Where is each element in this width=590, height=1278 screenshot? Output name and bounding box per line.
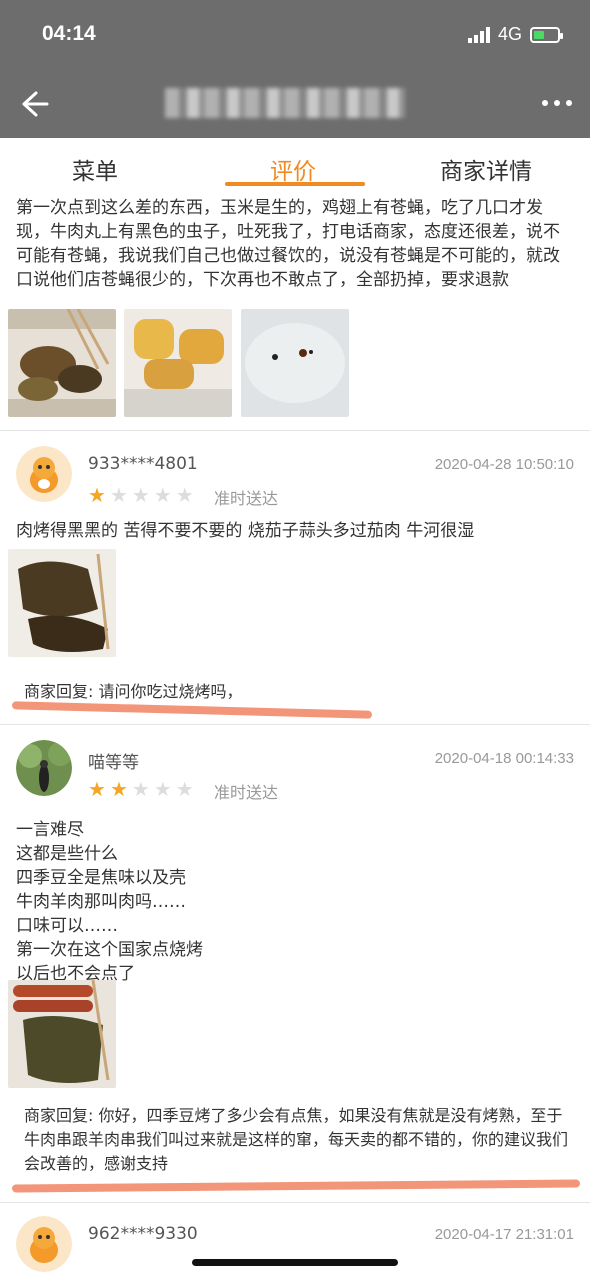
- avatar[interactable]: [16, 446, 72, 502]
- review-text: 肉烤得黑黑的 苦得不要不要的 烧茄子蒜头多过茄肉 牛河很湿: [16, 521, 475, 541]
- review-text: 一言难尽 这都是些什么 四季豆全是焦味以及壳 牛肉羊肉那叫肉吗…… 口味可以………: [16, 818, 574, 986]
- merchant-reply: 商家回复: 请问你吃过烧烤吗，: [24, 682, 243, 701]
- status-time: 04:14: [42, 22, 96, 45]
- review-divider: [0, 430, 590, 431]
- review-line: 一言难尽: [16, 820, 84, 840]
- tab-reviews[interactable]: 评价: [270, 152, 316, 186]
- review-date: 2020-04-28 10:50:10: [434, 456, 574, 473]
- reviewer-name: 933****4801: [88, 454, 198, 474]
- review-divider: [0, 724, 590, 725]
- reviews-list[interactable]: 第一次点到这么差的东西，玉米是生的，鸡翅上有苍蝇，吃了几口才发现，牛肉丸上有黑色…: [0, 194, 590, 1278]
- top-bar: 04:14 4G: [0, 0, 590, 138]
- review-line: 这都是些什么: [16, 844, 118, 864]
- star-icon: ★: [175, 483, 194, 507]
- review-line: 第一次在这个国家点烧烤: [16, 940, 203, 960]
- network-label: 4G: [497, 24, 522, 44]
- reviewer-name: 962****9330: [88, 1224, 198, 1244]
- review-line: 牛肉羊肉那叫肉吗……: [16, 892, 186, 912]
- review-text: 第一次点到这么差的东西，玉米是生的，鸡翅上有苍蝇，吃了几口才发现，牛肉丸上有黑色…: [16, 198, 560, 290]
- merchant-reply: 商家回复: 你好，四季豆烤了多少会有点焦，如果没有焦就是没有烤熟，至于牛肉串跟羊…: [24, 1106, 569, 1173]
- tab-bar: 菜单 评价 商家详情: [0, 138, 590, 194]
- star-icon: ★: [175, 777, 194, 801]
- highlight-underline: [11, 1179, 581, 1193]
- more-options-icon[interactable]: [542, 100, 572, 106]
- battery-icon: [530, 26, 563, 43]
- star-icon: ★: [109, 483, 128, 507]
- review-date: 2020-04-18 00:14:33: [434, 750, 574, 767]
- star-icon: ★: [88, 483, 106, 507]
- delivery-status: 准时送达: [214, 783, 279, 802]
- status-indicators: 4G: [467, 24, 563, 45]
- signal-icon: [467, 26, 490, 43]
- star-icon: ★: [153, 777, 172, 801]
- store-title-blurred: [165, 88, 405, 118]
- review-date: 2020-04-17 21:31:01: [434, 1226, 574, 1243]
- delivery-status: 准时送达: [214, 489, 279, 508]
- review-photo[interactable]: [8, 309, 116, 417]
- avatar[interactable]: [16, 740, 72, 796]
- reviewer-name: 喵等等: [88, 753, 139, 773]
- star-rating: ★ ★ ★ ★ ★: [88, 779, 194, 799]
- avatar[interactable]: [16, 1216, 72, 1272]
- review-photo[interactable]: [8, 549, 116, 657]
- star-rating: ★ ★ ★ ★ ★: [88, 485, 194, 505]
- review-divider: [0, 1202, 590, 1203]
- home-indicator[interactable]: [192, 1259, 398, 1266]
- review-line: 口味可以……: [16, 916, 118, 936]
- back-arrow-icon[interactable]: [18, 88, 50, 120]
- star-icon: ★: [131, 483, 150, 507]
- active-tab-indicator: [225, 182, 365, 186]
- review-photo[interactable]: [241, 309, 349, 417]
- star-icon: ★: [88, 777, 106, 801]
- tab-menu[interactable]: 菜单: [72, 152, 118, 186]
- review-photo[interactable]: [124, 309, 232, 417]
- review-line: 四季豆全是焦味以及壳: [16, 868, 186, 888]
- review-photo[interactable]: [8, 980, 116, 1088]
- star-icon: ★: [153, 483, 172, 507]
- star-icon: ★: [109, 777, 128, 801]
- star-icon: ★: [131, 777, 150, 801]
- tab-store-details[interactable]: 商家详情: [440, 152, 532, 186]
